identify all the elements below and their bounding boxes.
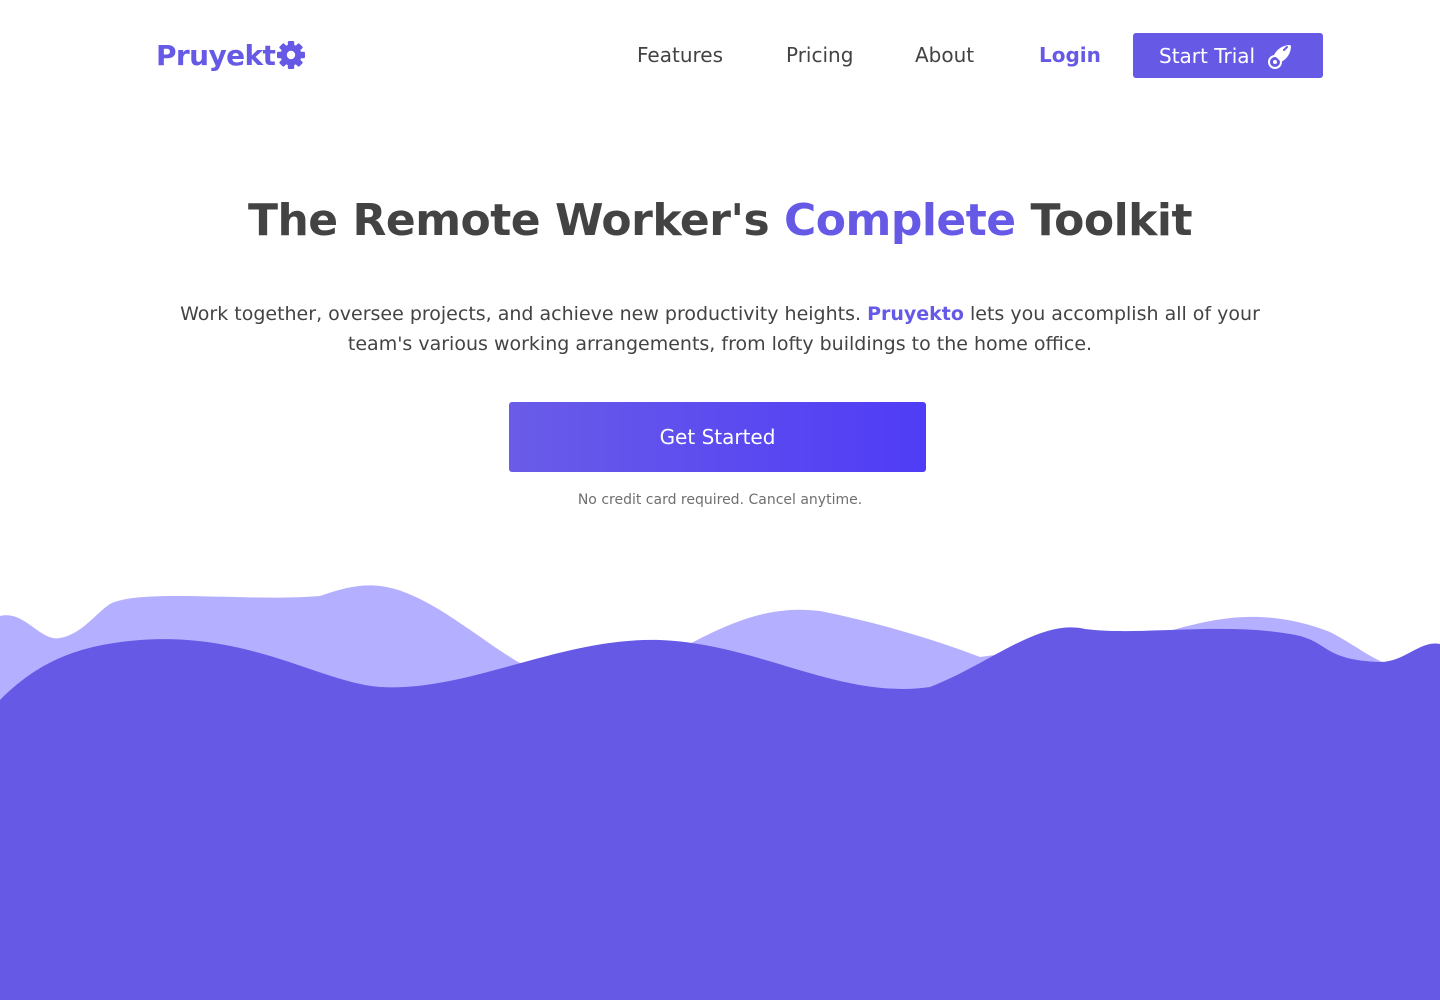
start-trial-button[interactable]: Start Trial bbox=[1133, 33, 1323, 78]
hero-subtitle-brand: Pruyekto bbox=[867, 303, 964, 325]
decorative-waves bbox=[0, 585, 1440, 1000]
login-link[interactable]: Login bbox=[1039, 43, 1101, 67]
get-started-button[interactable]: Get Started bbox=[509, 402, 926, 472]
hero-title: The Remote Worker's Complete Toolkit bbox=[0, 195, 1440, 246]
gear-icon bbox=[277, 41, 306, 69]
hero-title-end: Toolkit bbox=[1015, 195, 1193, 246]
start-trial-label: Start Trial bbox=[1159, 43, 1256, 68]
top-navigation: Pruyekt Features Pricing About Login Sta… bbox=[0, 33, 1440, 78]
no-credit-card-note: No credit card required. Cancel anytime. bbox=[577, 492, 863, 508]
logo[interactable]: Pruyekt bbox=[156, 35, 306, 75]
hero-subtitle: Work together, oversee projects, and ach… bbox=[150, 299, 1290, 359]
logo-text: Pruyekt bbox=[156, 38, 276, 72]
wave-front bbox=[0, 627, 1440, 1000]
nav-link-about[interactable]: About bbox=[915, 43, 974, 67]
hero-title-start: The Remote Worker's bbox=[247, 195, 784, 246]
nav-link-pricing[interactable]: Pricing bbox=[786, 43, 853, 67]
nav-link-features[interactable]: Features bbox=[637, 43, 723, 67]
rocket-icon bbox=[1268, 45, 1291, 69]
hero-title-accent: Complete bbox=[783, 195, 1016, 246]
hero-subtitle-start: Work together, oversee projects, and ach… bbox=[180, 303, 868, 325]
